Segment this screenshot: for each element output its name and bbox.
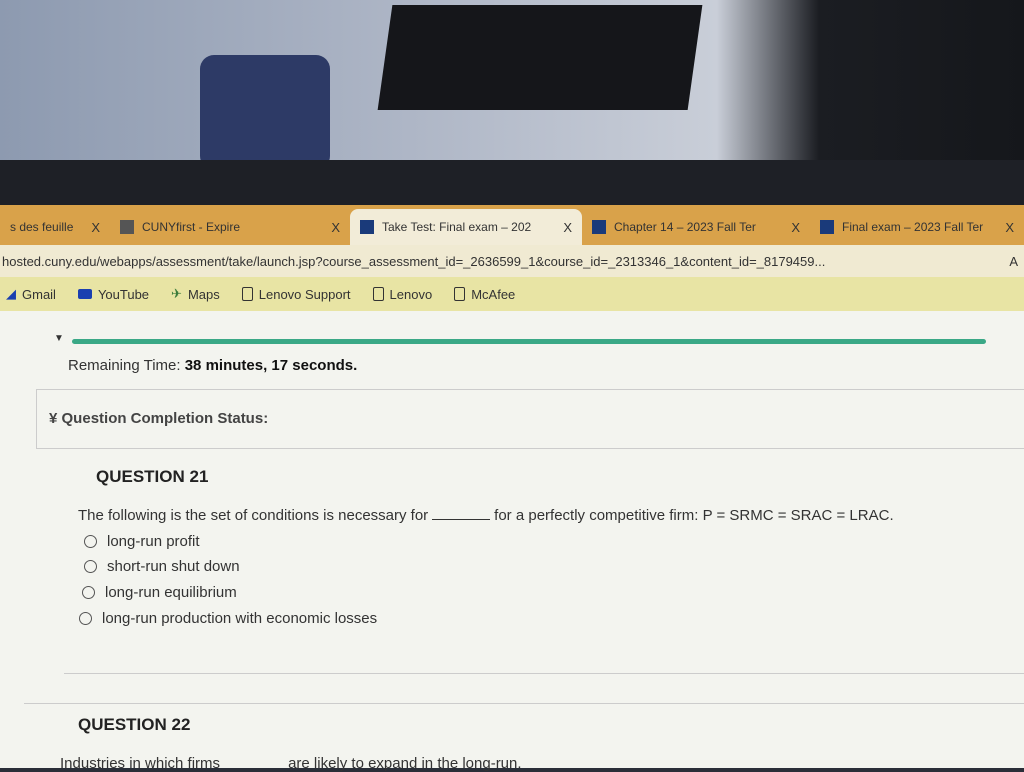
tab[interactable]: Final exam – 2023 Fall Ter X xyxy=(810,209,1024,245)
device xyxy=(377,5,703,110)
collapse-triangle-icon[interactable]: ▼ xyxy=(54,333,64,344)
bookmark-label: Maps xyxy=(187,286,220,302)
bookmark-label: Lenovo xyxy=(389,286,433,302)
radio-button[interactable] xyxy=(82,586,95,599)
close-icon[interactable]: X xyxy=(1005,220,1014,235)
page-icon xyxy=(454,287,466,301)
bookmark-gmail[interactable]: ◢ Gmail xyxy=(6,286,56,302)
completion-status-panel[interactable]: ¥ Question Completion Status: xyxy=(36,389,1024,449)
bookmark-label: Lenovo Support xyxy=(258,286,351,302)
tab-label: Take Test: Final exam – 202 xyxy=(382,220,532,234)
expand-chevron-icon[interactable]: ¥ xyxy=(49,410,62,427)
question-22-text: Industries in which firms are likely to e… xyxy=(60,755,522,772)
tab-label: Chapter 14 – 2023 Fall Ter xyxy=(614,220,756,234)
laptop-bezel xyxy=(0,160,1024,347)
page-icon xyxy=(372,287,384,301)
remaining-time: Remaining Time: 38 minutes, 17 seconds. xyxy=(68,357,357,374)
tab-active[interactable]: Take Test: Final exam – 202 X xyxy=(350,209,582,245)
tab[interactable]: s des feuille X xyxy=(0,209,110,245)
test-content: ▼ Remaining Time: 38 minutes, 17 seconds… xyxy=(0,311,1024,772)
reader-icon[interactable]: A xyxy=(1009,254,1022,269)
question-21-text: The following is the set of conditions i… xyxy=(78,507,894,524)
timer-value: 38 minutes, 17 seconds. xyxy=(184,357,358,374)
radio-button[interactable] xyxy=(84,560,97,573)
tab-label: s des feuille xyxy=(10,220,74,234)
chair xyxy=(200,55,330,170)
bookmark-maps[interactable]: ✈ Maps xyxy=(171,286,220,302)
tab-label: Final exam – 2023 Fall Ter xyxy=(842,220,984,234)
bookmark-lenovo-support[interactable]: Lenovo Support xyxy=(241,286,351,302)
bookmark-label: YouTube xyxy=(97,286,150,302)
blackboard-icon xyxy=(820,220,834,234)
option-long-run-production-losses[interactable]: long-run production with economic losses xyxy=(79,610,377,627)
youtube-icon xyxy=(77,289,92,299)
close-icon[interactable]: X xyxy=(331,220,340,235)
option-label: long-run production with economic losses xyxy=(102,610,378,627)
bookmarks-bar: ◢ Gmail YouTube ✈ Maps Lenovo Support Leno… xyxy=(0,277,1024,311)
bookmark-mcafee[interactable]: McAfee xyxy=(454,287,515,302)
tab[interactable]: CUNYfirst - Expire X xyxy=(110,209,350,245)
address-bar[interactable]: hosted.cuny.edu/webapps/assessment/take/… xyxy=(0,245,1024,277)
divider xyxy=(64,673,1024,674)
option-long-run-profit[interactable]: long-run profit xyxy=(84,533,200,550)
page-icon xyxy=(241,287,253,301)
option-label: short-run shut down xyxy=(107,558,240,575)
bookmark-lenovo[interactable]: Lenovo xyxy=(372,286,433,302)
blackboard-icon xyxy=(360,220,374,234)
tab-label: CUNYfirst - Expire xyxy=(142,220,241,234)
radio-button[interactable] xyxy=(84,535,97,548)
timer-label: Remaining Time: xyxy=(68,357,181,374)
option-label: long-run profit xyxy=(107,533,200,550)
cuny-icon xyxy=(120,220,134,234)
tab[interactable]: Chapter 14 – 2023 Fall Ter X xyxy=(582,209,810,245)
maps-icon: ✈ xyxy=(171,286,182,301)
url-text: hosted.cuny.edu/webapps/assessment/take/… xyxy=(2,253,826,269)
question-21-title: QUESTION 21 xyxy=(96,467,209,486)
blackboard-icon xyxy=(592,220,606,234)
completion-status-label: Question Completion Status: xyxy=(61,410,269,427)
close-icon[interactable]: X xyxy=(563,220,572,235)
option-label: long-run equilibrium xyxy=(105,584,237,601)
question-text-before: The following is the set of conditions i… xyxy=(78,507,429,524)
question-text-after: are likely to expand in the long-run. xyxy=(288,755,522,772)
radio-button[interactable] xyxy=(79,612,92,625)
close-icon[interactable]: X xyxy=(91,220,100,235)
question-text-after: for a perfectly competitive firm: P = SR… xyxy=(494,507,894,524)
browser-window: s des feuille X CUNYfirst - Expire X Take … xyxy=(0,205,1024,772)
bookmark-label: McAfee xyxy=(471,286,516,302)
gmail-icon: ◢ xyxy=(6,286,16,301)
question-text-before: Industries in which firms xyxy=(60,755,221,772)
bookmark-label: Gmail xyxy=(22,286,56,302)
close-icon[interactable]: X xyxy=(791,220,800,235)
progress-bar xyxy=(72,339,986,344)
bookmark-youtube[interactable]: YouTube xyxy=(77,286,150,302)
option-long-run-equilibrium[interactable]: long-run equilibrium xyxy=(82,584,237,601)
option-short-run-shut-down[interactable]: short-run shut down xyxy=(84,558,240,575)
answer-blank xyxy=(432,519,491,520)
divider xyxy=(24,703,1024,704)
question-22-title: QUESTION 22 xyxy=(78,715,191,734)
tab-strip: s des feuille X CUNYfirst - Expire X Take … xyxy=(0,205,1024,245)
